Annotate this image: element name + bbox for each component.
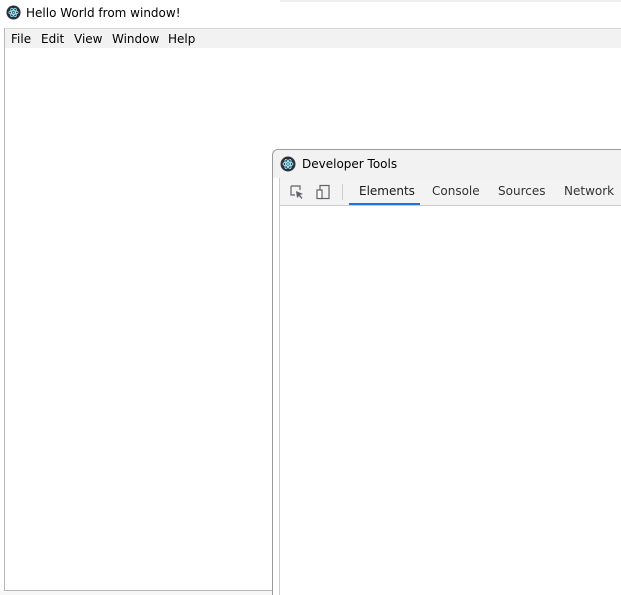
menu-window[interactable]: Window <box>112 32 159 46</box>
inspect-element-icon[interactable] <box>289 184 305 200</box>
window-title: Hello World from window! <box>26 6 181 20</box>
menu-file[interactable]: File <box>11 32 31 46</box>
tab-console[interactable]: Console <box>422 178 487 205</box>
devtools-toolbar: Elements Console Sources Network <box>279 178 621 206</box>
window-shadow <box>0 591 272 595</box>
devtools-window: Developer Tools Elements Console Sources… <box>272 149 621 595</box>
menu-bar: File Edit View Window Help <box>5 28 621 48</box>
devtools-title: Developer Tools <box>302 157 398 171</box>
electron-icon <box>280 156 296 172</box>
title-bar[interactable]: Hello World from window! <box>0 0 621 27</box>
electron-icon <box>6 5 21 20</box>
menu-view[interactable]: View <box>74 32 102 46</box>
devtools-title-bar[interactable]: Developer Tools <box>273 150 621 178</box>
tab-sources[interactable]: Sources <box>488 178 554 205</box>
toolbar-separator <box>342 184 343 200</box>
tab-network[interactable]: Network <box>554 178 621 205</box>
title-bar-shadow <box>280 0 621 2</box>
menu-edit[interactable]: Edit <box>41 32 64 46</box>
devtools-panel <box>280 207 621 595</box>
device-toolbar-icon[interactable] <box>315 184 331 200</box>
window-border-left <box>4 28 5 591</box>
active-tab-indicator <box>349 203 420 205</box>
menu-help[interactable]: Help <box>168 32 195 46</box>
tab-elements[interactable]: Elements <box>349 178 420 205</box>
